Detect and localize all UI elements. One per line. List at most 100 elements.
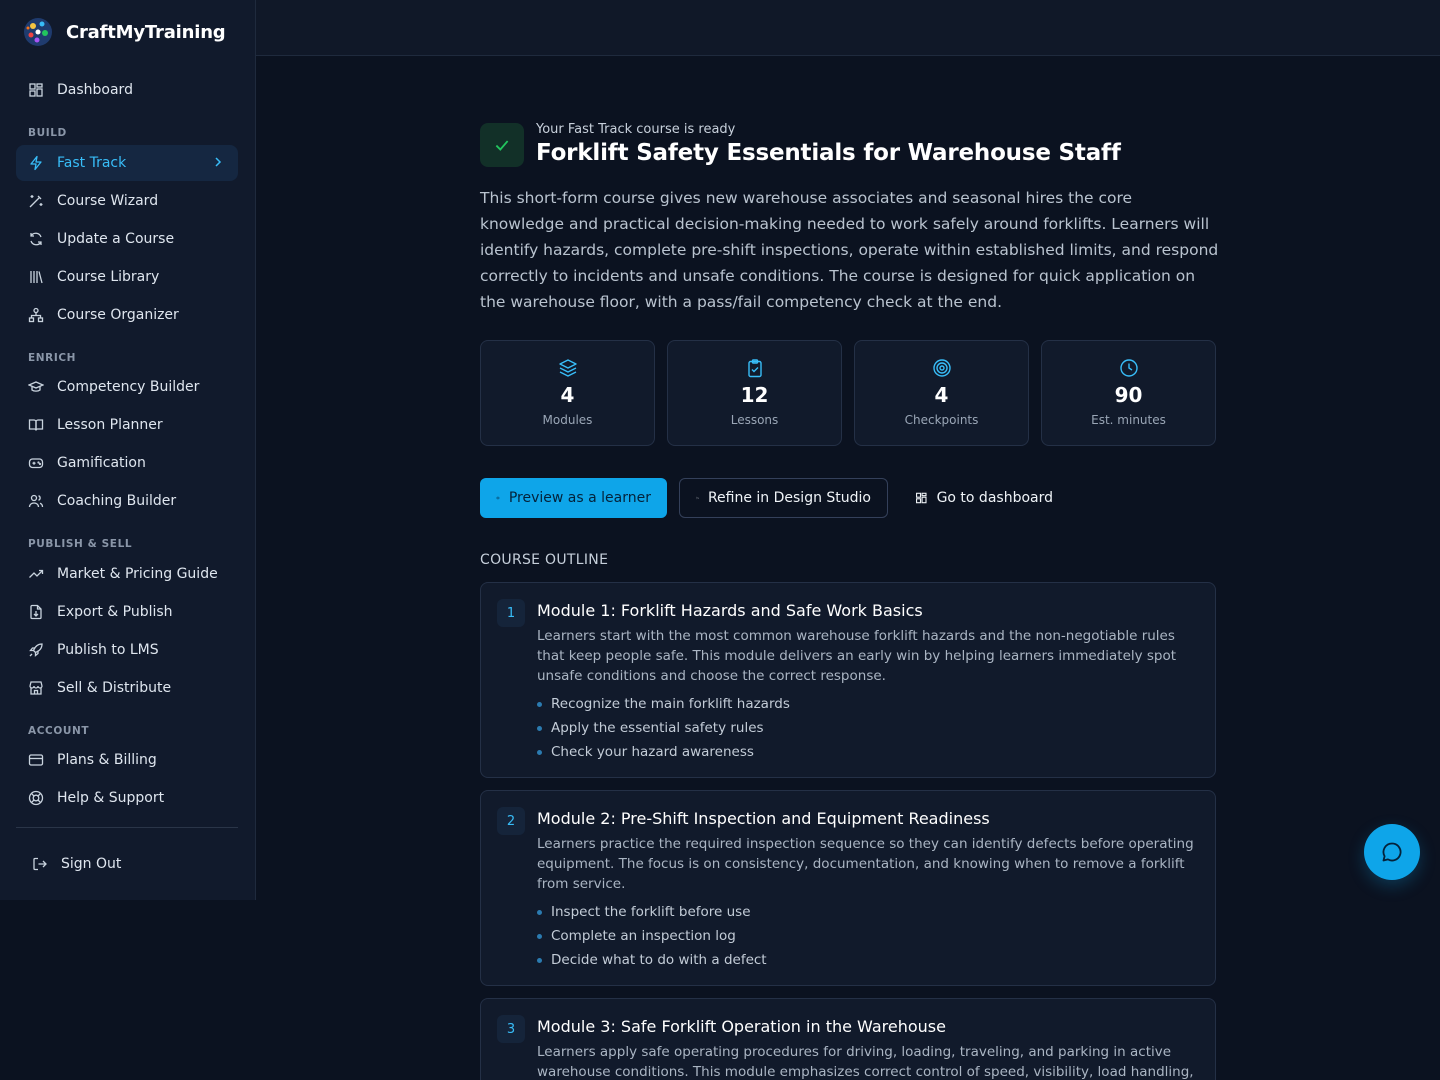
module-number: 1 [497, 599, 525, 627]
module-card[interactable]: 1 Module 1: Forklift Hazards and Safe Wo… [480, 582, 1216, 778]
chevron-right-icon [215, 157, 222, 167]
sidebar-item-dashboard[interactable]: Dashboard [16, 73, 238, 107]
sidebar-item-label: Fast Track [57, 155, 127, 171]
sidebar-item-label: Course Organizer [57, 307, 179, 323]
refresh-icon [30, 232, 42, 246]
list-item: Check your hazard awareness [537, 740, 790, 764]
section-label-account: ACCOUNT [28, 725, 90, 737]
list-item: Inspect the forklift before use [537, 900, 767, 924]
section-label-build: BUILD [28, 127, 67, 139]
sidebar-item-label: Lesson Planner [57, 417, 163, 433]
lifebuoy-icon [28, 790, 44, 806]
sidebar-item-sell-distribute[interactable]: Sell & Distribute [16, 671, 238, 705]
stat-value: 90 [1114, 383, 1143, 407]
section-label-publish-sell: PUBLISH & SELL [28, 538, 133, 550]
module-number: 3 [497, 1015, 525, 1043]
rocket-icon [29, 643, 43, 657]
chat-bubble-icon [1382, 842, 1402, 862]
sidebar-item-label: Help & Support [57, 790, 165, 806]
ready-badge [480, 123, 524, 167]
sidebar-item-gamification[interactable]: Gamification [16, 446, 238, 480]
sidebar: CraftMyTraining Dashboard BUILD Fast Tra… [0, 0, 256, 900]
magic-wand-icon [29, 195, 43, 208]
go-to-dashboard-button[interactable]: Go to dashboard [899, 478, 1069, 518]
sidebar-item-label: Gamification [57, 455, 146, 471]
sidebar-item-help-support[interactable]: Help & Support [16, 781, 238, 815]
sidebar-item-coaching-builder[interactable]: Coaching Builder [16, 484, 238, 518]
course-outline-heading: COURSE OUTLINE [480, 552, 609, 568]
sidebar-item-fast-track[interactable]: Fast Track [16, 145, 238, 181]
course-description: This short-form course gives new warehou… [480, 189, 1219, 311]
ready-label: Your Fast Track course is ready [536, 122, 736, 137]
stat-label: Lessons [730, 413, 779, 427]
sidebar-item-label: Sell & Distribute [57, 680, 172, 696]
preview-learner-button[interactable]: Preview as a learner [480, 478, 667, 518]
page-title: Forklift Safety Essentials for Warehouse… [536, 140, 1121, 166]
section-label-enrich: ENRICH [28, 352, 77, 364]
module-lesson-list: Inspect the forklift before use Complete… [537, 900, 767, 972]
list-item: Apply the essential safety rules [537, 716, 790, 740]
dashboard-grid-icon [916, 492, 927, 504]
module-lesson-list: Recognize the main forklift hazards Appl… [537, 692, 790, 764]
magic-wand-icon [696, 496, 699, 500]
sign-out-button[interactable]: Sign Out [20, 847, 242, 881]
module-title: Module 1: Forklift Hazards and Safe Work… [537, 601, 923, 620]
stat-card-modules: 4 Modules [480, 340, 655, 446]
globe-logo-icon [24, 18, 52, 46]
library-icon [30, 271, 43, 284]
brand-name: CraftMyTraining [66, 21, 226, 43]
module-description: Learners practice the required inspectio… [537, 836, 1194, 892]
module-card[interactable]: 3 Module 3: Safe Forklift Operation in t… [480, 998, 1216, 1080]
refine-design-studio-button[interactable]: Refine in Design Studio [679, 478, 888, 518]
stat-card-minutes: 90 Est. minutes [1041, 340, 1216, 446]
module-title: Module 2: Pre-Shift Inspection and Equip… [537, 809, 990, 828]
go-to-dashboard-label: Go to dashboard [936, 490, 1053, 506]
sidebar-item-market-pricing[interactable]: Market & Pricing Guide [16, 557, 238, 591]
stat-card-lessons: 12 Lessons [667, 340, 842, 446]
sidebar-item-label: Market & Pricing Guide [57, 566, 218, 582]
sidebar-item-course-wizard[interactable]: Course Wizard [16, 184, 238, 218]
stat-label: Modules [542, 413, 593, 427]
sidebar-item-course-library[interactable]: Course Library [16, 260, 238, 294]
stat-card-checkpoints: 4 Checkpoints [854, 340, 1029, 446]
sidebar-item-lesson-planner[interactable]: Lesson Planner [16, 408, 238, 442]
sidebar-item-competency-builder[interactable]: Competency Builder [16, 370, 238, 404]
clipboard-check-icon [747, 359, 762, 378]
module-description: Learners start with the most common ware… [537, 628, 1177, 684]
brand[interactable]: CraftMyTraining [22, 16, 226, 48]
list-item: Recognize the main forklift hazards [537, 692, 790, 716]
chat-button[interactable] [1364, 824, 1420, 880]
stat-value: 4 [560, 383, 575, 407]
sidebar-item-label: Course Library [57, 269, 160, 285]
credit-card-icon [28, 754, 44, 766]
organizer-icon [28, 307, 44, 323]
stat-label: Checkpoints [904, 413, 979, 427]
sidebar-item-label: Update a Course [57, 231, 175, 247]
sidebar-item-plans-billing[interactable]: Plans & Billing [16, 743, 238, 777]
sidebar-item-export-publish[interactable]: Export & Publish [16, 595, 238, 629]
eye-icon [496, 496, 500, 500]
clock-icon [1119, 359, 1138, 377]
checkmark-icon [495, 140, 509, 151]
preview-learner-label: Preview as a learner [508, 490, 651, 506]
store-icon [29, 681, 43, 695]
sidebar-item-label: Dashboard [57, 82, 133, 98]
module-description: Learners apply safe operating procedures… [537, 1044, 1194, 1080]
sidebar-item-label: Course Wizard [57, 193, 159, 209]
sidebar-divider [16, 827, 238, 828]
list-item: Complete an inspection log [537, 924, 767, 948]
sign-out-label: Sign Out [61, 856, 122, 872]
file-export-icon [30, 604, 42, 620]
gamepad-icon [28, 458, 44, 469]
target-icon [932, 359, 951, 377]
sidebar-item-publish-lms[interactable]: Publish to LMS [16, 633, 238, 667]
sign-out-icon [33, 857, 47, 871]
lightning-icon [30, 155, 42, 171]
module-card[interactable]: 2 Module 2: Pre-Shift Inspection and Equ… [480, 790, 1216, 986]
sidebar-item-course-organizer[interactable]: Course Organizer [16, 298, 238, 332]
stat-value: 4 [934, 383, 949, 407]
stat-label: Est. minutes [1091, 413, 1166, 427]
sidebar-item-label: Export & Publish [57, 604, 173, 620]
open-book-icon [28, 419, 44, 431]
sidebar-item-update-course[interactable]: Update a Course [16, 222, 238, 256]
